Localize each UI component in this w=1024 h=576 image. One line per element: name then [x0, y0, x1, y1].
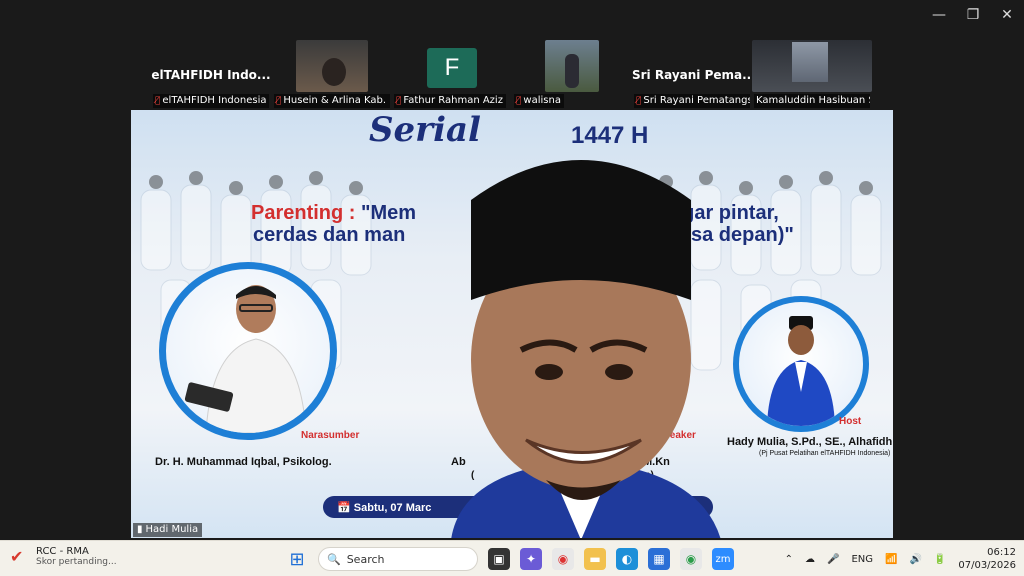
participant-caption: 🎙̸ Husein & Arlina Kab. ... — [274, 94, 390, 108]
participant-avatar: F — [427, 48, 477, 88]
participant-video — [545, 40, 599, 92]
zoom-window: — ❐ ✕ elTAHFIDH Indo... 🎙̸ elTAHFIDH Indo… — [0, 0, 1024, 540]
volume-icon[interactable]: 🔊 — [909, 554, 921, 565]
participant-caption: 🎙̸ elTAHFIDH Indonesia — [153, 94, 269, 108]
wifi-icon[interactable]: 📶 — [885, 554, 897, 565]
zoom-app-icon[interactable]: zm — [712, 548, 734, 570]
mic-muted-icon: 🎙̸ — [636, 96, 642, 106]
narasumber-role-label: Narasumber — [301, 430, 360, 441]
host-name: Hady Mulia, S.Pd., SE., Alhafidh — [727, 436, 893, 448]
news-subtitle: Skor pertanding... — [36, 557, 117, 567]
signal-bars-icon: ▮ — [137, 524, 143, 535]
person-silhouette — [792, 42, 828, 82]
task-view-icon[interactable]: ▣ — [488, 548, 510, 570]
system-tray: ⌃ ☁ 🎤 ENG 📶 🔊 🔋 06:12 07/03/2026 — [785, 545, 1016, 573]
person-silhouette — [322, 58, 346, 86]
active-speaker-view: Serial 1447 H Parenting : "Mem agar pint… — [131, 110, 893, 538]
person-silhouette — [565, 54, 579, 88]
microphone-icon[interactable]: 🎤 — [827, 554, 839, 565]
mic-muted-icon: 🎙̸ — [516, 96, 522, 106]
mic-muted-icon: 🎙̸ — [276, 96, 282, 106]
chrome-icon[interactable]: ◉ — [552, 548, 574, 570]
participant-tile[interactable]: elTAHFIDH Indo... 🎙̸ elTAHFIDH Indonesia — [151, 40, 271, 108]
participant-video — [752, 40, 872, 92]
host-role-label: Host — [839, 416, 862, 427]
narasumber-photo — [159, 262, 337, 440]
edge-icon[interactable]: ◐ — [616, 548, 638, 570]
participant-caption: 🎙̸ Fathur Rahman Aziz — [394, 94, 506, 108]
window-controls: — ❐ ✕ — [922, 0, 1024, 30]
narasumber-name: Dr. H. Muhammad Iqbal, Psikolog. — [155, 456, 332, 468]
mic-muted-icon: 🎙̸ — [396, 96, 402, 106]
slide-topic-line-2: cerdas dan man — [253, 224, 406, 246]
news-logo-icon: ✔ — [10, 546, 24, 566]
chrome-profile-icon[interactable]: ◉ — [680, 548, 702, 570]
active-speaker-video — [451, 160, 721, 538]
close-button[interactable]: ✕ — [990, 0, 1024, 30]
language-indicator[interactable]: ENG — [851, 554, 873, 565]
cloud-icon[interactable]: ☁ — [805, 554, 815, 565]
participant-name-large: Sri Rayani Pema... — [632, 68, 752, 82]
host-figure — [767, 316, 835, 426]
mic-muted-icon: 🎙̸ — [155, 96, 161, 106]
chevron-up-icon[interactable]: ⌃ — [785, 554, 793, 565]
search-icon: 🔍 — [327, 552, 341, 566]
participant-video — [296, 40, 368, 92]
participant-tile[interactable]: Kamaluddin Hasibuan Si... — [752, 40, 872, 108]
store-icon[interactable]: ▦ — [648, 548, 670, 570]
participant-tile[interactable]: 🎙̸ Husein & Arlina Kab. ... — [272, 40, 392, 108]
slide-topic-line-1: Parenting : "Mem — [251, 202, 417, 224]
teams-icon[interactable]: ✦ — [520, 548, 542, 570]
participant-tile[interactable]: 🎙̸ walisna — [512, 40, 632, 108]
participant-caption: Kamaluddin Hasibuan Si... — [754, 94, 870, 108]
participant-name-large: elTAHFIDH Indo... — [151, 68, 271, 82]
participant-tile[interactable]: Sri Rayani Pema... 🎙̸ Sri Rayani Pematang… — [632, 40, 752, 108]
participant-caption: 🎙̸ walisna — [514, 94, 564, 108]
calendar-icon: 📅 Sabtu, 07 Marc — [337, 501, 432, 514]
participant-strip: elTAHFIDH Indo... 🎙̸ elTAHFIDH Indonesia … — [0, 40, 1024, 108]
host-subtitle: (Pj Pusat Pelatihan elTAHFIDH Indonesia) — [759, 450, 891, 457]
taskbar-search[interactable]: 🔍 Search — [318, 547, 478, 571]
windows-taskbar: ✔ RCC - RMA Skor pertanding... ⊞ 🔍 Searc… — [0, 540, 1024, 576]
host-photo — [733, 296, 869, 432]
clock[interactable]: 06:12 07/03/2026 — [958, 546, 1016, 572]
participant-caption: 🎙̸Sri Rayani Pematangs... — [634, 94, 750, 108]
file-explorer-icon[interactable]: ▬ — [584, 548, 606, 570]
narasumber-figure — [184, 285, 307, 433]
news-title: RCC - RMA — [36, 546, 89, 557]
participant-tile[interactable]: F 🎙̸ Fathur Rahman Aziz — [392, 40, 512, 108]
restore-button[interactable]: ❐ — [956, 0, 990, 30]
news-widget[interactable]: ✔ RCC - RMA Skor pertanding... — [10, 546, 117, 567]
windows-start-icon[interactable]: ⊞ — [286, 548, 308, 570]
battery-icon[interactable]: 🔋 — [934, 554, 946, 565]
taskbar-center: ⊞ 🔍 Search ▣ ✦ ◉ ▬ ◐ ▦ ◉ zm — [286, 545, 734, 573]
minimize-button[interactable]: — — [922, 0, 956, 30]
self-view-name-tag: ▮ Hadi Mulia — [133, 523, 203, 537]
